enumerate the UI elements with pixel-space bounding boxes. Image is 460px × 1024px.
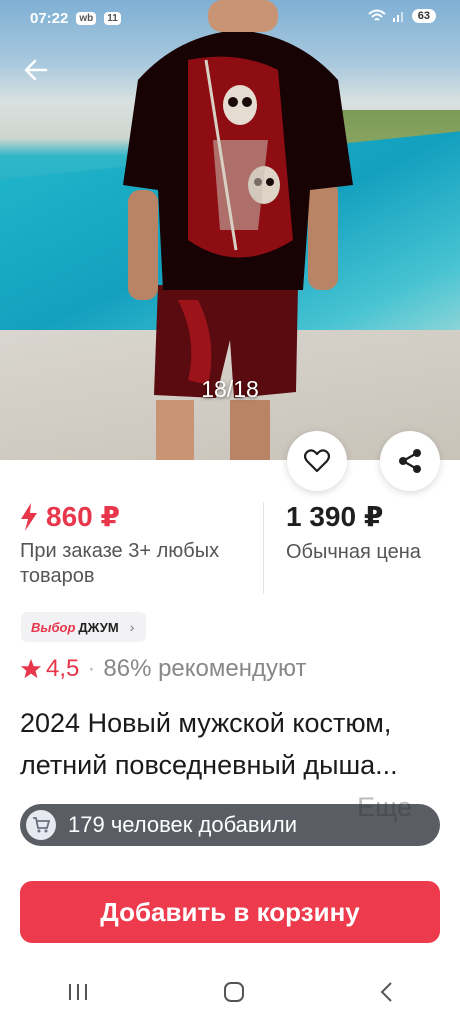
sale-price: 860 ₽ bbox=[46, 501, 120, 532]
toast-text: 179 человек добавили bbox=[68, 812, 298, 837]
badge-label-part1: Выбор bbox=[31, 619, 76, 635]
recent-apps-icon[interactable] bbox=[67, 982, 89, 1002]
back-button[interactable] bbox=[22, 56, 50, 84]
price-section: 860 ₽ При заказе 3+ любых товаров 1 390 … bbox=[20, 500, 440, 600]
badge-label-part2: ДЖУМ bbox=[78, 619, 119, 635]
regular-price-label: Обычная цена bbox=[286, 541, 421, 563]
status-bar: 07:22 wb 11 63 bbox=[0, 0, 460, 36]
share-button[interactable] bbox=[380, 431, 440, 491]
back-nav-icon[interactable] bbox=[379, 981, 393, 1003]
rating-row[interactable]: 4,5 · 86% рекомендуют bbox=[20, 655, 306, 683]
system-nav-bar bbox=[0, 960, 460, 1024]
add-to-cart-button[interactable]: Добавить в корзину bbox=[20, 881, 440, 943]
cart-icon bbox=[26, 810, 56, 840]
chevron-right-icon: › bbox=[129, 619, 135, 635]
product-image-gallery[interactable]: 07:22 wb 11 63 18/18 bbox=[0, 0, 460, 460]
lightning-icon bbox=[21, 502, 37, 531]
image-counter: 18/18 bbox=[201, 376, 259, 402]
signal-icon bbox=[392, 12, 403, 22]
recommend-text: 86% рекомендуют bbox=[103, 655, 307, 682]
divider bbox=[263, 502, 264, 594]
choice-badge[interactable]: Выбор ДЖУМ › bbox=[21, 612, 147, 642]
rating-value: 4,5 bbox=[46, 655, 80, 682]
regular-price: 1 390 ₽ bbox=[286, 501, 384, 532]
wb-notification-icon: wb bbox=[76, 11, 97, 25]
heart-icon bbox=[304, 449, 330, 473]
share-icon bbox=[399, 449, 421, 473]
battery-indicator: 63 bbox=[411, 9, 436, 23]
star-icon bbox=[20, 658, 42, 679]
status-time: 07:22 bbox=[30, 9, 69, 27]
arrow-left-icon bbox=[24, 59, 48, 81]
home-icon[interactable] bbox=[223, 981, 245, 1003]
sale-condition: При заказе 3+ любых товаров bbox=[20, 540, 220, 587]
added-toast: 179 человек добавили bbox=[20, 804, 440, 846]
wifi-icon bbox=[368, 9, 386, 21]
calendar-notification-icon: 11 bbox=[104, 11, 121, 25]
favorite-button[interactable] bbox=[287, 431, 347, 491]
